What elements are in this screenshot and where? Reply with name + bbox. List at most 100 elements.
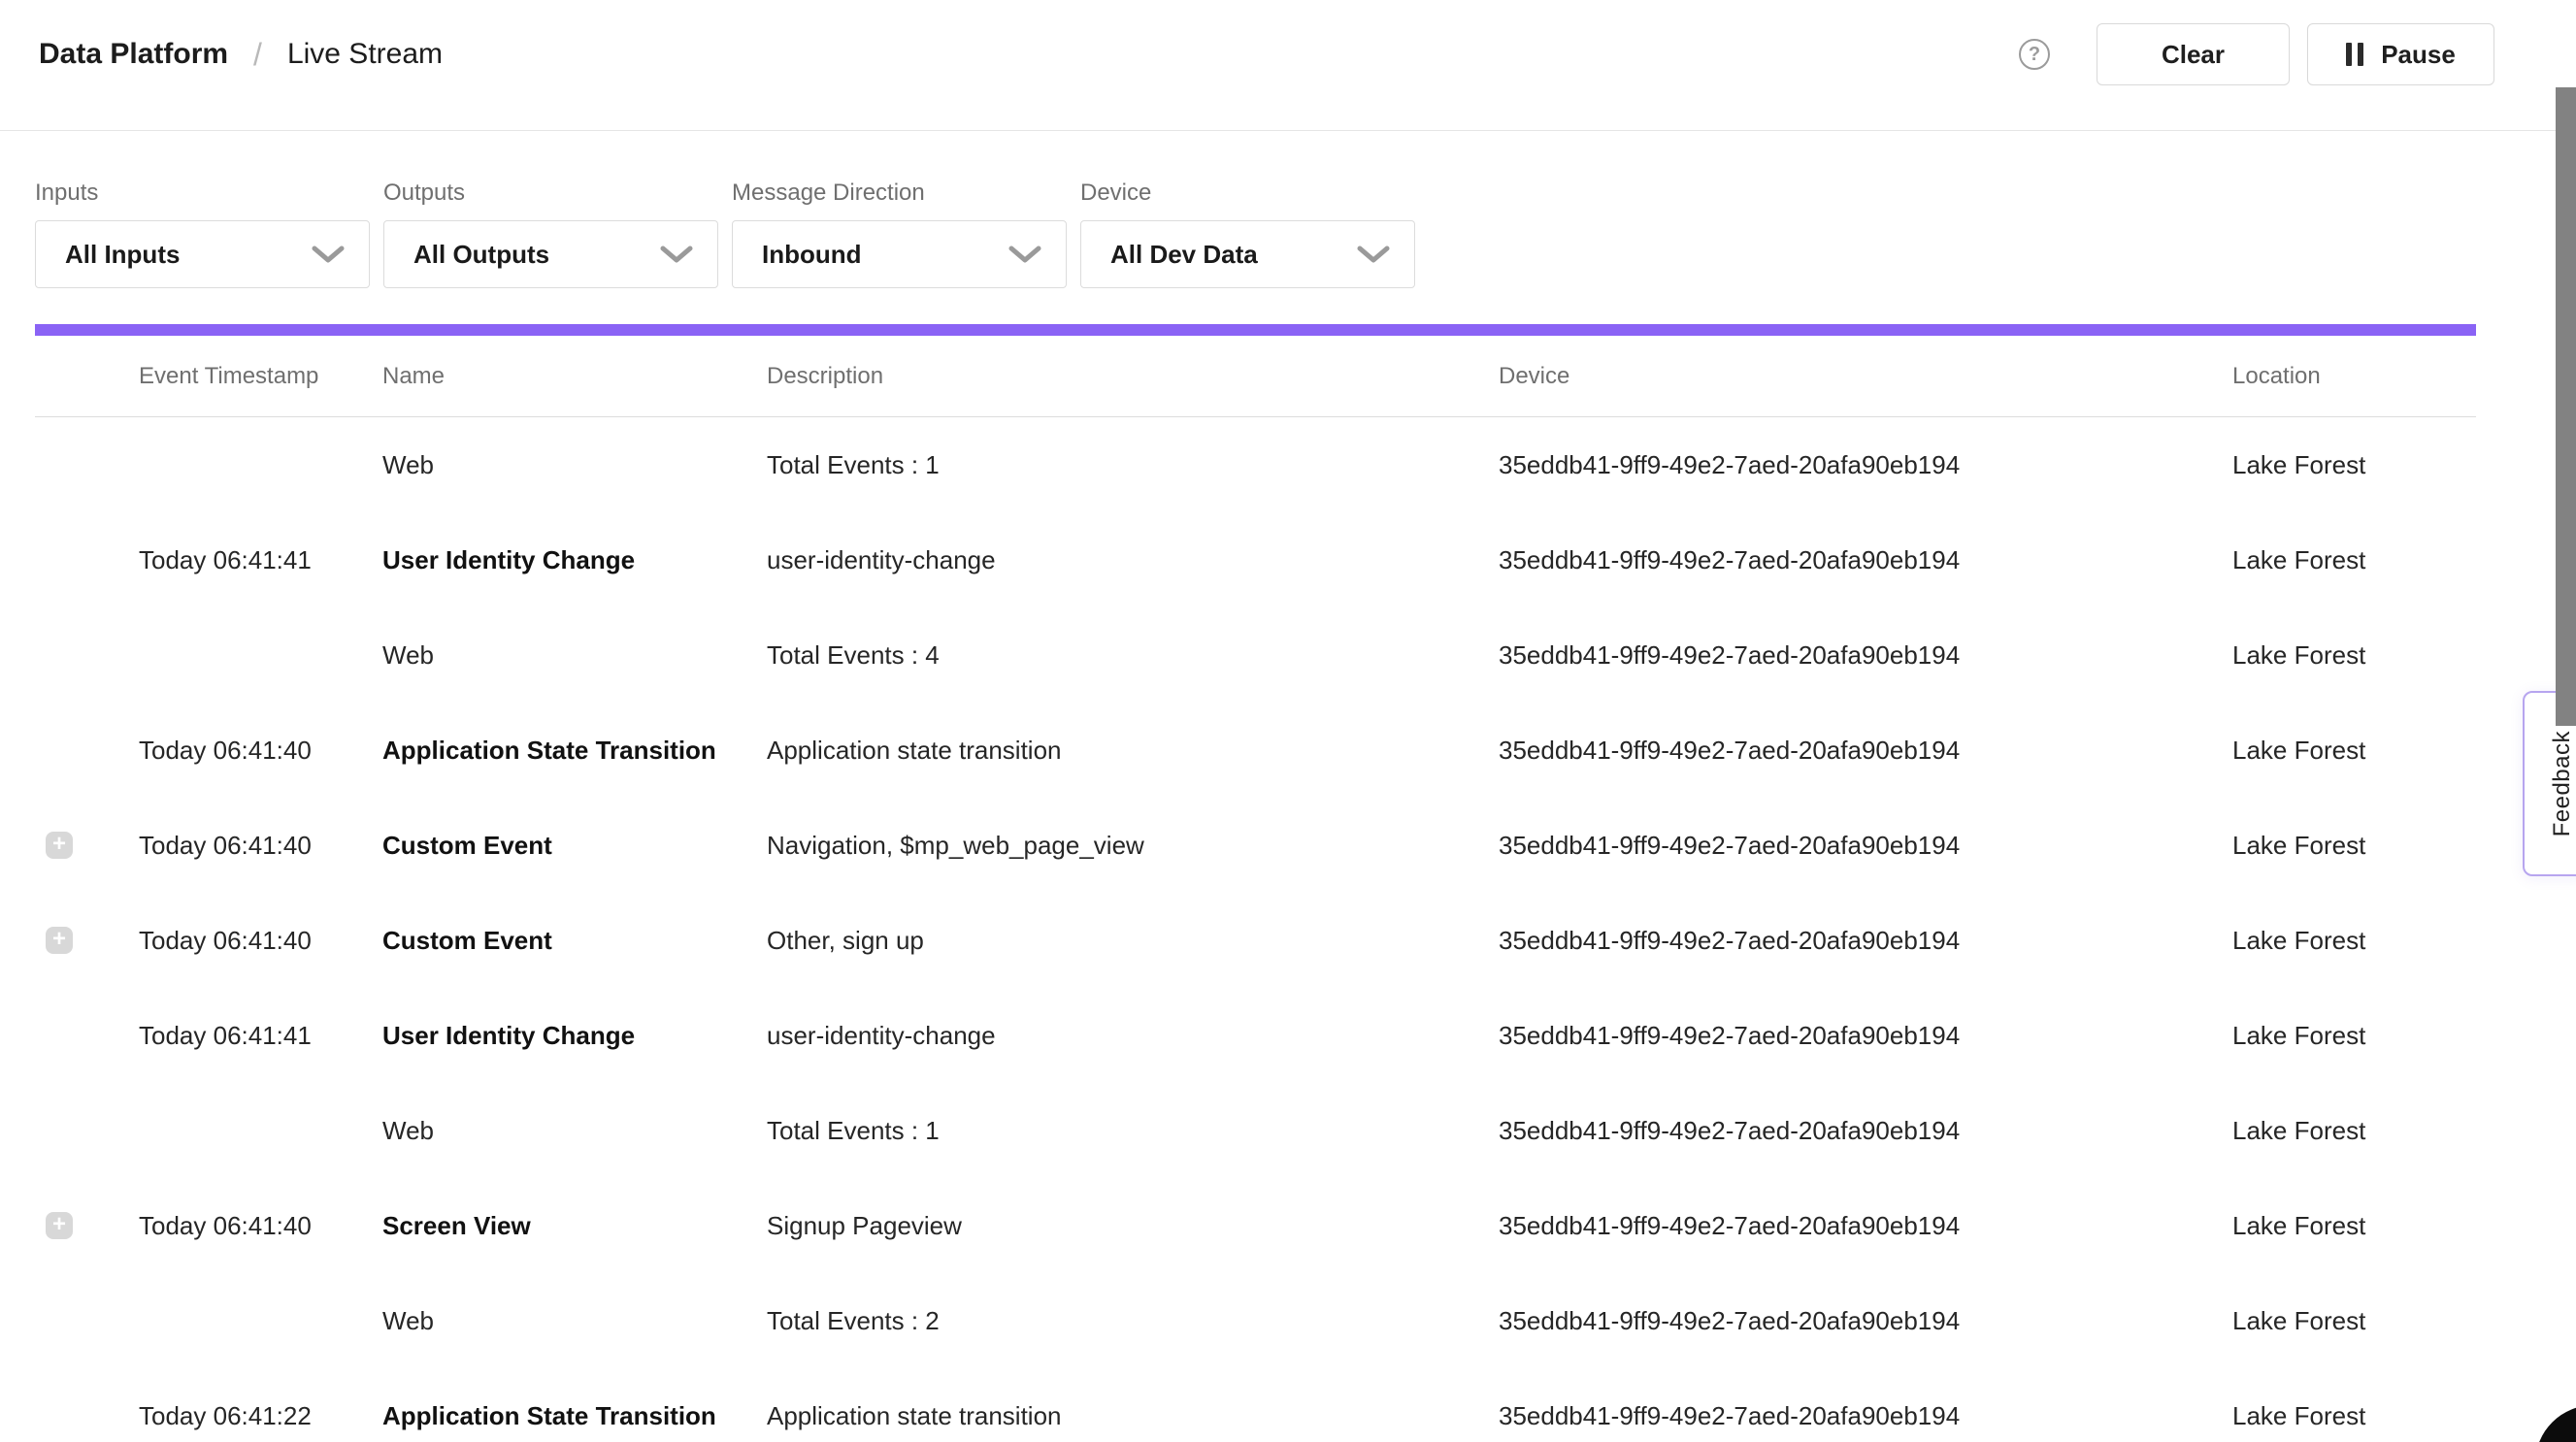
device-cell: 35eddb41-9ff9-49e2-7aed-20afa90eb194 xyxy=(1499,831,2232,861)
expand-row-button[interactable]: + xyxy=(46,1212,73,1239)
location-cell: Lake Forest xyxy=(2232,926,2476,956)
table-row: + Today 06:41:40 Custom Event Other, sig… xyxy=(35,893,2476,988)
help-icon[interactable]: ? xyxy=(2019,39,2050,70)
top-header: Data Platform / Live Stream ? Clear Paus… xyxy=(0,0,2576,131)
live-stream-page: Data Platform / Live Stream ? Clear Paus… xyxy=(0,0,2576,1442)
table-row: + Web Total Events : 1 35eddb41-9ff9-49e… xyxy=(35,417,2476,512)
expand-cell: + xyxy=(35,737,139,764)
event-name-cell: User Identity Change xyxy=(382,545,767,575)
filter-outputs-label: Outputs xyxy=(383,180,718,207)
device-cell: 35eddb41-9ff9-49e2-7aed-20afa90eb194 xyxy=(1499,926,2232,956)
timestamp-column-header: Event Timestamp xyxy=(139,363,382,390)
chevron-down-icon xyxy=(1356,244,1391,265)
clear-button[interactable]: Clear xyxy=(2097,23,2290,85)
inputs-dropdown[interactable]: All Inputs xyxy=(35,220,370,288)
name-column-header: Name xyxy=(382,363,767,390)
inputs-dropdown-value: All Inputs xyxy=(65,240,180,270)
plus-icon: + xyxy=(52,1213,66,1236)
table-body: + Web Total Events : 1 35eddb41-9ff9-49e… xyxy=(35,417,2476,1442)
filter-inputs-label: Inputs xyxy=(35,180,370,207)
event-timestamp-cell: Today 06:41:40 xyxy=(139,1211,382,1241)
device-cell: 35eddb41-9ff9-49e2-7aed-20afa90eb194 xyxy=(1499,736,2232,766)
event-name-cell: Web xyxy=(382,640,767,671)
outputs-dropdown[interactable]: All Outputs xyxy=(383,220,718,288)
pause-icon xyxy=(2346,43,2363,66)
pause-button-label: Pause xyxy=(2381,40,2456,70)
expand-row-button[interactable]: + xyxy=(46,927,73,954)
filter-device: Device All Dev Data xyxy=(1080,180,1415,288)
device-dropdown-value: All Dev Data xyxy=(1110,240,1258,270)
event-timestamp-cell: Today 06:41:22 xyxy=(139,1401,382,1431)
location-cell: Lake Forest xyxy=(2232,1401,2476,1431)
location-cell: Lake Forest xyxy=(2232,831,2476,861)
table-row: + Web Total Events : 2 35eddb41-9ff9-49e… xyxy=(35,1273,2476,1368)
table-row: + Web Total Events : 4 35eddb41-9ff9-49e… xyxy=(35,607,2476,703)
event-name-cell: Application State Transition xyxy=(382,736,767,766)
location-cell: Lake Forest xyxy=(2232,545,2476,575)
event-name-cell: Application State Transition xyxy=(382,1401,767,1431)
event-description-cell: Total Events : 1 xyxy=(767,1116,1499,1146)
expand-cell: + xyxy=(35,546,139,574)
event-timestamp-cell: Today 06:41:41 xyxy=(139,1021,382,1051)
pause-button[interactable]: Pause xyxy=(2307,23,2494,85)
chevron-down-icon xyxy=(1007,244,1042,265)
table-row: + Today 06:41:22 Application State Trans… xyxy=(35,1368,2476,1442)
filter-outputs: Outputs All Outputs xyxy=(383,180,718,288)
table-row: + Today 06:41:40 Screen View Signup Page… xyxy=(35,1178,2476,1273)
table-row: + Web Total Events : 1 35eddb41-9ff9-49e… xyxy=(35,1083,2476,1178)
filter-message-direction-label: Message Direction xyxy=(732,180,1067,207)
event-name-cell: Web xyxy=(382,450,767,480)
message-direction-dropdown[interactable]: Inbound xyxy=(732,220,1067,288)
location-cell: Lake Forest xyxy=(2232,1116,2476,1146)
event-name-cell: Screen View xyxy=(382,1211,767,1241)
live-stream-table: Event Timestamp Name Description Device … xyxy=(35,336,2476,1442)
scrollbar-thumb[interactable] xyxy=(2556,87,2576,726)
expand-cell: + xyxy=(35,832,139,859)
filters-row: Inputs All Inputs Outputs All Outputs Me… xyxy=(0,131,2576,288)
event-description-cell: Navigation, $mp_web_page_view xyxy=(767,831,1499,861)
table-row: + Today 06:41:40 Custom Event Navigation… xyxy=(35,798,2476,893)
breadcrumb-section[interactable]: Data Platform xyxy=(39,38,228,71)
event-description-cell: user-identity-change xyxy=(767,1021,1499,1051)
expand-cell: + xyxy=(35,451,139,478)
event-name-cell: Custom Event xyxy=(382,831,767,861)
event-name-cell: Web xyxy=(382,1306,767,1336)
event-timestamp-cell: Today 06:41:40 xyxy=(139,831,382,861)
table-header-row: Event Timestamp Name Description Device … xyxy=(35,336,2476,417)
device-cell: 35eddb41-9ff9-49e2-7aed-20afa90eb194 xyxy=(1499,1211,2232,1241)
event-timestamp-cell: Today 06:41:41 xyxy=(139,545,382,575)
chevron-down-icon xyxy=(311,244,346,265)
plus-icon: + xyxy=(52,928,66,951)
event-timestamp-cell: Today 06:41:40 xyxy=(139,736,382,766)
breadcrumb-separator: / xyxy=(253,37,262,73)
location-cell: Lake Forest xyxy=(2232,736,2476,766)
filter-device-label: Device xyxy=(1080,180,1415,207)
location-cell: Lake Forest xyxy=(2232,1306,2476,1336)
event-name-cell: Web xyxy=(382,1116,767,1146)
location-cell: Lake Forest xyxy=(2232,640,2476,671)
expand-row-button[interactable]: + xyxy=(46,832,73,859)
description-column-header: Description xyxy=(767,363,1499,390)
chevron-down-icon xyxy=(659,244,694,265)
device-dropdown[interactable]: All Dev Data xyxy=(1080,220,1415,288)
event-description-cell: user-identity-change xyxy=(767,545,1499,575)
table-row: + Today 06:41:41 User Identity Change us… xyxy=(35,512,2476,607)
expand-cell: + xyxy=(35,1402,139,1429)
location-column-header: Location xyxy=(2232,363,2476,390)
table-row: + Today 06:41:40 Application State Trans… xyxy=(35,703,2476,798)
event-timestamp-cell: Today 06:41:40 xyxy=(139,926,382,956)
event-description-cell: Total Events : 1 xyxy=(767,450,1499,480)
expand-cell: + xyxy=(35,927,139,954)
event-description-cell: Signup Pageview xyxy=(767,1211,1499,1241)
table-row: + Today 06:41:41 User Identity Change us… xyxy=(35,988,2476,1083)
device-cell: 35eddb41-9ff9-49e2-7aed-20afa90eb194 xyxy=(1499,450,2232,480)
event-name-cell: User Identity Change xyxy=(382,1021,767,1051)
filter-inputs: Inputs All Inputs xyxy=(35,180,370,288)
message-direction-dropdown-value: Inbound xyxy=(762,240,862,270)
expand-cell: + xyxy=(35,1022,139,1049)
header-actions: ? Clear Pause xyxy=(2019,23,2494,85)
expand-cell: + xyxy=(35,1307,139,1334)
breadcrumb: Data Platform / Live Stream xyxy=(39,23,443,85)
location-cell: Lake Forest xyxy=(2232,1211,2476,1241)
event-description-cell: Total Events : 4 xyxy=(767,640,1499,671)
